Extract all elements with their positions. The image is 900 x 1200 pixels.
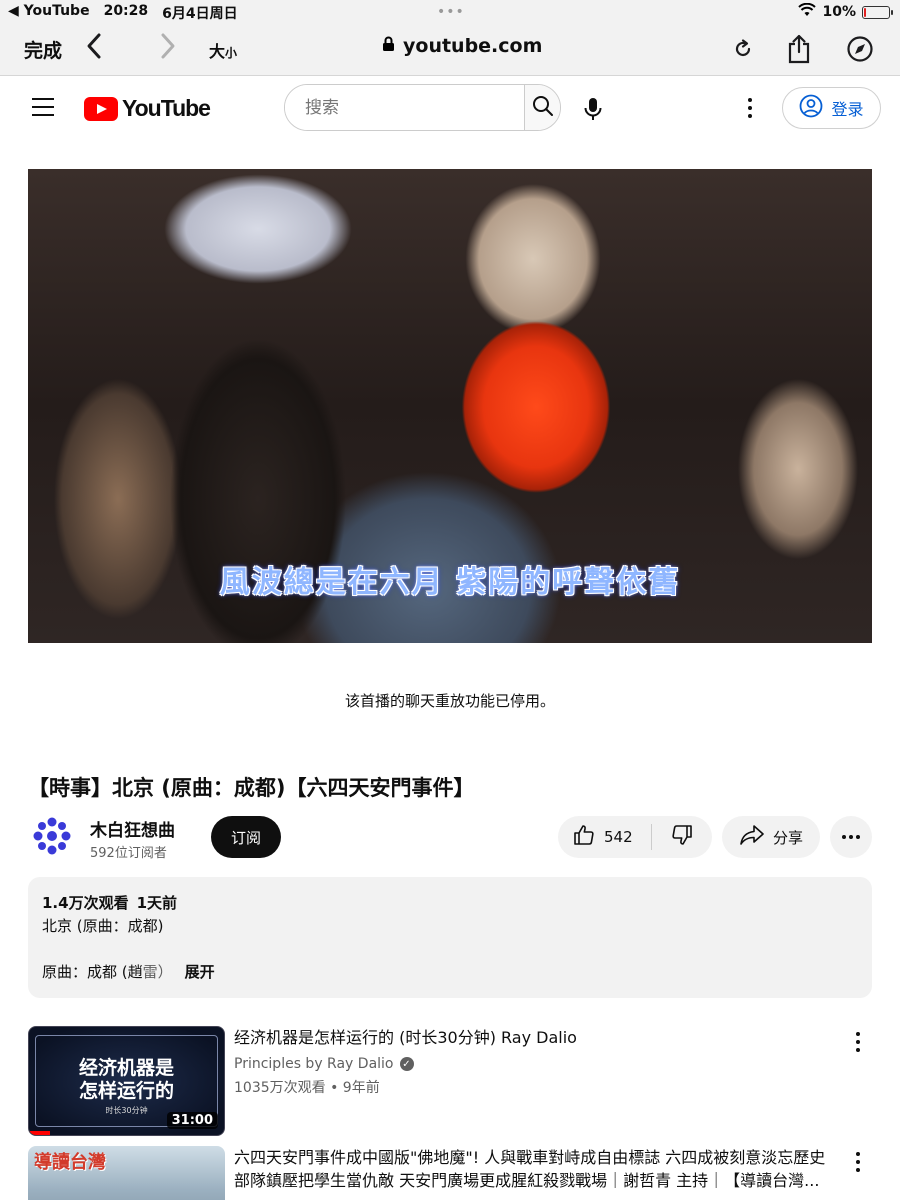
microphone-icon[interactable] xyxy=(580,96,606,122)
video-player[interactable]: 風波總是在六月 紫陽的呼聲依舊 xyxy=(28,169,872,643)
recommendation-item[interactable]: 经济机器是 怎样运行的 时长30分钟 31:00 经济机器是怎样运行的 (时长30… xyxy=(28,1026,872,1138)
thumbs-up-icon xyxy=(572,823,596,851)
video-title: 【時事】北京 (原曲：成都)【六四天安門事件】 xyxy=(28,776,475,800)
text-size-small-label: 小 xyxy=(225,46,238,60)
recommendation-channel-name: Principles by Ray Dalio xyxy=(234,1056,394,1072)
youtube-logo-text: YouTube xyxy=(122,95,211,121)
multitasking-dots-icon[interactable]: ••• xyxy=(437,4,465,20)
lock-icon xyxy=(382,35,395,57)
like-count: 542 xyxy=(604,828,633,846)
wifi-icon xyxy=(798,2,817,21)
video-subtitle: 風波總是在六月 紫陽的呼聲依舊 xyxy=(219,565,681,600)
search-input[interactable] xyxy=(285,85,524,130)
recommendation-title[interactable]: 经济机器是怎样运行的 (时长30分钟) Ray Dalio xyxy=(234,1026,834,1049)
login-label: 登录 xyxy=(831,100,864,119)
expand-description-button[interactable]: 展开 xyxy=(185,963,215,981)
description-line-1: 北京 (原曲：成都) xyxy=(42,917,164,935)
share-label: 分享 xyxy=(772,828,803,847)
status-bar: ◀ YouTube 20:28 6月4日周日 ••• 10% xyxy=(0,0,900,24)
view-count: 1.4万次观看 xyxy=(42,894,129,912)
subscriber-count: 592位订阅者 xyxy=(90,846,167,861)
browser-toolbar: 完成 大小 youtube.com xyxy=(0,24,900,76)
done-button[interactable]: 完成 xyxy=(24,36,62,63)
thumbnail-title: 经济机器是 怎样运行的 xyxy=(78,1057,174,1102)
search-box xyxy=(284,84,561,131)
battery-percent: 10% xyxy=(822,4,856,20)
view-meta: 1.4万次观看 1天前 xyxy=(42,892,858,915)
login-button[interactable]: 登录 xyxy=(782,87,881,129)
watch-progress-bar xyxy=(29,1131,51,1135)
more-options-icon[interactable] xyxy=(740,96,760,120)
text-size-large-label: 大 xyxy=(209,42,226,61)
recommendation-title[interactable]: 六四天安門事件成中國版"佛地魔"! 人與戰車對峙成自由標誌 六四成被刻意淡忘歷史… xyxy=(234,1146,834,1192)
subscribe-button[interactable]: 订阅 xyxy=(211,816,281,858)
share-arrow-icon xyxy=(739,824,765,850)
back-to-app-link[interactable]: ◀ YouTube xyxy=(8,3,90,23)
video-thumbnail[interactable]: 经济机器是 怎样运行的 时长30分钟 31:00 xyxy=(28,1026,225,1136)
video-thumbnail[interactable]: 導讀台灣 xyxy=(28,1146,225,1200)
verified-check-icon: ✓ xyxy=(399,1057,414,1071)
text-size-button[interactable]: 大小 xyxy=(209,38,237,62)
status-date: 6月4日周日 xyxy=(162,6,238,22)
recommendation-channel[interactable]: Principles by Ray Dalio ✓ xyxy=(234,1056,414,1072)
battery-icon xyxy=(862,5,893,19)
forward-chevron-icon[interactable] xyxy=(160,32,176,67)
back-chevron-icon[interactable] xyxy=(86,32,102,67)
dislike-button[interactable] xyxy=(652,816,712,858)
recommendation-item[interactable]: 導讀台灣 六四天安門事件成中國版"佛地魔"! 人與戰車對峙成自由標誌 六四成被刻… xyxy=(28,1146,872,1200)
share-sheet-icon[interactable] xyxy=(784,34,814,64)
youtube-play-icon xyxy=(84,96,118,121)
thumbnail-brand-text: 導讀台灣 xyxy=(34,1152,106,1173)
search-button[interactable] xyxy=(524,85,560,130)
thumbs-down-icon xyxy=(670,823,694,851)
channel-row: 木白狂想曲 592位订阅者 订阅 542 分享 xyxy=(28,814,872,861)
youtube-logo[interactable]: YouTube xyxy=(84,95,211,122)
video-duration: 31:00 xyxy=(166,1112,218,1129)
share-button[interactable]: 分享 xyxy=(722,816,820,858)
description-line-2-text: 原曲：成都 (趙 xyxy=(42,963,143,981)
address-bar[interactable]: youtube.com xyxy=(382,35,542,57)
recommendation-meta: 1035万次观看 • 9年前 xyxy=(234,1080,380,1096)
compass-icon[interactable] xyxy=(845,34,875,64)
channel-name[interactable]: 木白狂想曲 xyxy=(90,816,175,841)
channel-avatar[interactable] xyxy=(32,816,72,856)
upload-age: 1天前 xyxy=(136,894,178,912)
account-icon xyxy=(799,94,823,122)
description-line-2: 原曲：成都 (趙雷） 展开 xyxy=(42,961,858,984)
recommendation-more-icon[interactable] xyxy=(852,1152,864,1172)
battery-fill xyxy=(864,7,867,17)
like-button[interactable]: 542 xyxy=(558,816,651,858)
description-line-2-faded: 雷） xyxy=(142,963,173,981)
status-time: 20:28 xyxy=(103,3,149,19)
like-dislike-group: 542 xyxy=(558,816,712,858)
chat-replay-disabled-note: 该首播的聊天重放功能已停用。 xyxy=(344,692,555,710)
menu-icon[interactable] xyxy=(32,98,54,116)
reload-icon[interactable] xyxy=(728,34,758,64)
recommendation-more-icon[interactable] xyxy=(852,1032,864,1052)
description-box[interactable]: 1.4万次观看 1天前 北京 (原曲：成都) 原曲：成都 (趙雷） 展开 xyxy=(28,877,872,998)
url-text: youtube.com xyxy=(403,35,543,57)
search-icon xyxy=(532,95,554,121)
youtube-header: YouTube 登录 xyxy=(0,76,900,140)
more-actions-button[interactable] xyxy=(830,816,872,858)
